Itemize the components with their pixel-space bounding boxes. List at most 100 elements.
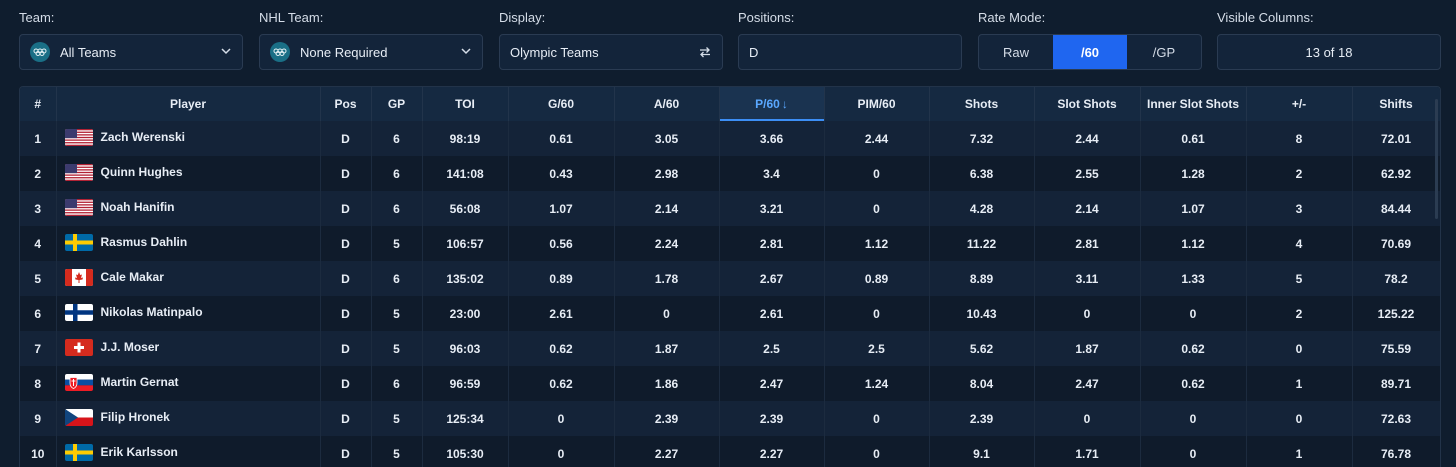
cell-pim60: 0 bbox=[824, 436, 930, 467]
cell-pos: D bbox=[320, 156, 372, 191]
vertical-scrollbar[interactable] bbox=[1435, 99, 1438, 219]
display-toggle[interactable]: Olympic Teams bbox=[499, 34, 723, 70]
table-row[interactable]: 10 Erik Karlsson D 5 105:30 0 2.27 2.27 0 9.1 1.71… bbox=[20, 436, 1440, 467]
usa-flag-icon bbox=[64, 128, 93, 146]
table-row[interactable]: 3 Noah Hanifin D 6 56:08 1.07 2.14 3.21 0 4.28 2.1… bbox=[20, 191, 1440, 226]
cell-shifts: 72.63 bbox=[1352, 401, 1440, 436]
player-name[interactable]: Martin Gernat bbox=[101, 375, 179, 389]
column-header-plus-minus[interactable]: +/- bbox=[1246, 87, 1353, 121]
column-header-pos[interactable]: Pos bbox=[320, 87, 372, 121]
cell-a60: 2.14 bbox=[614, 191, 720, 226]
cell-p60: 2.81 bbox=[719, 226, 825, 261]
display-filter-label: Display: bbox=[499, 10, 546, 25]
sort-down-arrow-icon: ↓ bbox=[781, 97, 788, 111]
svk-flag-icon bbox=[64, 373, 93, 391]
olympic-rings-icon bbox=[270, 42, 290, 62]
cell-toi: 141:08 bbox=[422, 156, 509, 191]
table-row[interactable]: 8 Martin Gernat D 6 96:59 0.62 1.86 2.47 1.24 8.0… bbox=[20, 366, 1440, 401]
cell-gp: 6 bbox=[371, 156, 423, 191]
cell-shifts: 78.2 bbox=[1352, 261, 1440, 296]
cell-gp: 6 bbox=[371, 121, 423, 156]
column-header-pim60[interactable]: PIM/60 bbox=[824, 87, 930, 121]
positions-select-value: D bbox=[749, 44, 759, 60]
cell-shifts: 70.69 bbox=[1352, 226, 1440, 261]
swe-flag-icon bbox=[64, 443, 93, 461]
player-name[interactable]: Nikolas Matinpalo bbox=[101, 305, 203, 319]
cell-inner: 0.62 bbox=[1140, 366, 1247, 401]
cell-p60: 3.21 bbox=[719, 191, 825, 226]
cell-a60: 1.86 bbox=[614, 366, 720, 401]
table-row[interactable]: 5 Cale Makar D 6 135:02 0.89 1.78 2.67 0.89 8.89 3… bbox=[20, 261, 1440, 296]
rate-mode-segmented-control: Raw /60 /GP bbox=[978, 34, 1202, 70]
chevron-down-icon bbox=[220, 45, 232, 60]
player-name[interactable]: Quinn Hughes bbox=[101, 165, 183, 179]
table-row[interactable]: 7 J.J. Moser D 5 96:03 0.62 1.87 2.5 2.5 5.62 1.87… bbox=[20, 331, 1440, 366]
player-name[interactable]: Filip Hronek bbox=[101, 410, 170, 424]
nhl-team-select[interactable]: None Required bbox=[259, 34, 483, 70]
filter-bar: Team: All Teams NHL Team: None Required … bbox=[0, 0, 1456, 80]
table-row[interactable]: 1 Zach Werenski D 6 98:19 0.61 3.05 3.66 2.44 7.3… bbox=[20, 121, 1440, 156]
visible-columns-button[interactable]: 13 of 18 bbox=[1217, 34, 1441, 70]
column-header-shots[interactable]: Shots bbox=[929, 87, 1035, 121]
rate-mode-per-60[interactable]: /60 bbox=[1053, 35, 1127, 69]
cell-g60: 0.61 bbox=[508, 121, 615, 156]
player-name[interactable]: Cale Makar bbox=[101, 270, 164, 284]
player-name[interactable]: J.J. Moser bbox=[101, 340, 160, 354]
nhl-team-filter: NHL Team: None Required bbox=[259, 10, 483, 70]
cell-pim60: 1.24 bbox=[824, 366, 930, 401]
team-select-value: All Teams bbox=[60, 44, 117, 60]
nhl-team-select-value: None Required bbox=[300, 44, 388, 60]
player-name[interactable]: Noah Hanifin bbox=[101, 200, 175, 214]
positions-select[interactable]: D bbox=[738, 34, 962, 70]
cell-slot: 1.87 bbox=[1034, 331, 1141, 366]
cell-inner: 1.28 bbox=[1140, 156, 1247, 191]
column-header-shifts[interactable]: Shifts bbox=[1352, 87, 1440, 121]
rate-mode-raw[interactable]: Raw bbox=[979, 35, 1053, 69]
cell-pm: 0 bbox=[1246, 331, 1353, 366]
column-header-rank[interactable]: # bbox=[20, 87, 57, 121]
cell-rank: 2 bbox=[20, 156, 57, 191]
cell-p60: 2.61 bbox=[719, 296, 825, 331]
cell-pm: 1 bbox=[1246, 366, 1353, 401]
table-body: 1 Zach Werenski D 6 98:19 0.61 3.05 3.66 2.44 7.3… bbox=[20, 121, 1440, 467]
table-row[interactable]: 2 Quinn Hughes D 6 141:08 0.43 2.98 3.4 0 6.38 2.5… bbox=[20, 156, 1440, 191]
cell-shots: 4.28 bbox=[929, 191, 1035, 226]
table-row[interactable]: 9 Filip Hronek D 5 125:34 0 2.39 2.39 0 2.39 0 0 0 72… bbox=[20, 401, 1440, 436]
cell-inner: 1.07 bbox=[1140, 191, 1247, 226]
cell-gp: 5 bbox=[371, 296, 423, 331]
cell-slot: 3.11 bbox=[1034, 261, 1141, 296]
column-header-toi[interactable]: TOI bbox=[422, 87, 509, 121]
cell-g60: 0.62 bbox=[508, 331, 615, 366]
player-name[interactable]: Erik Karlsson bbox=[101, 445, 178, 459]
cell-a60: 1.87 bbox=[614, 331, 720, 366]
column-header-p60[interactable]: P/60 ↓ bbox=[719, 87, 825, 121]
cell-p60: 2.5 bbox=[719, 331, 825, 366]
rate-mode-per-gp[interactable]: /GP bbox=[1127, 35, 1201, 69]
cell-g60: 0.56 bbox=[508, 226, 615, 261]
cell-rank: 9 bbox=[20, 401, 57, 436]
swap-arrows-icon[interactable] bbox=[698, 45, 712, 62]
column-header-gp[interactable]: GP bbox=[371, 87, 423, 121]
column-header-g60[interactable]: G/60 bbox=[508, 87, 615, 121]
display-filter: Display: Olympic Teams bbox=[499, 10, 723, 70]
cell-toi: 56:08 bbox=[422, 191, 509, 226]
team-select[interactable]: All Teams bbox=[19, 34, 243, 70]
player-name[interactable]: Zach Werenski bbox=[101, 130, 185, 144]
column-header-player[interactable]: Player bbox=[56, 87, 321, 121]
cell-g60: 2.61 bbox=[508, 296, 615, 331]
table-row[interactable]: 6 Nikolas Matinpalo D 5 23:00 2.61 0 2.61 0 10.43… bbox=[20, 296, 1440, 331]
cell-g60: 0.62 bbox=[508, 366, 615, 401]
column-header-slot-shots[interactable]: Slot Shots bbox=[1034, 87, 1141, 121]
table-row[interactable]: 4 Rasmus Dahlin D 5 106:57 0.56 2.24 2.81 1.12 11… bbox=[20, 226, 1440, 261]
cell-toi: 135:02 bbox=[422, 261, 509, 296]
cell-shifts: 76.78 bbox=[1352, 436, 1440, 467]
column-header-inner-slot-shots[interactable]: Inner Slot Shots bbox=[1140, 87, 1247, 121]
cze-flag-icon bbox=[64, 408, 93, 426]
player-name[interactable]: Rasmus Dahlin bbox=[101, 235, 188, 249]
cell-g60: 0.89 bbox=[508, 261, 615, 296]
cell-shifts: 62.92 bbox=[1352, 156, 1440, 191]
cell-inner: 0 bbox=[1140, 436, 1247, 467]
cell-slot: 2.44 bbox=[1034, 121, 1141, 156]
cell-pm: 5 bbox=[1246, 261, 1353, 296]
column-header-a60[interactable]: A/60 bbox=[614, 87, 720, 121]
